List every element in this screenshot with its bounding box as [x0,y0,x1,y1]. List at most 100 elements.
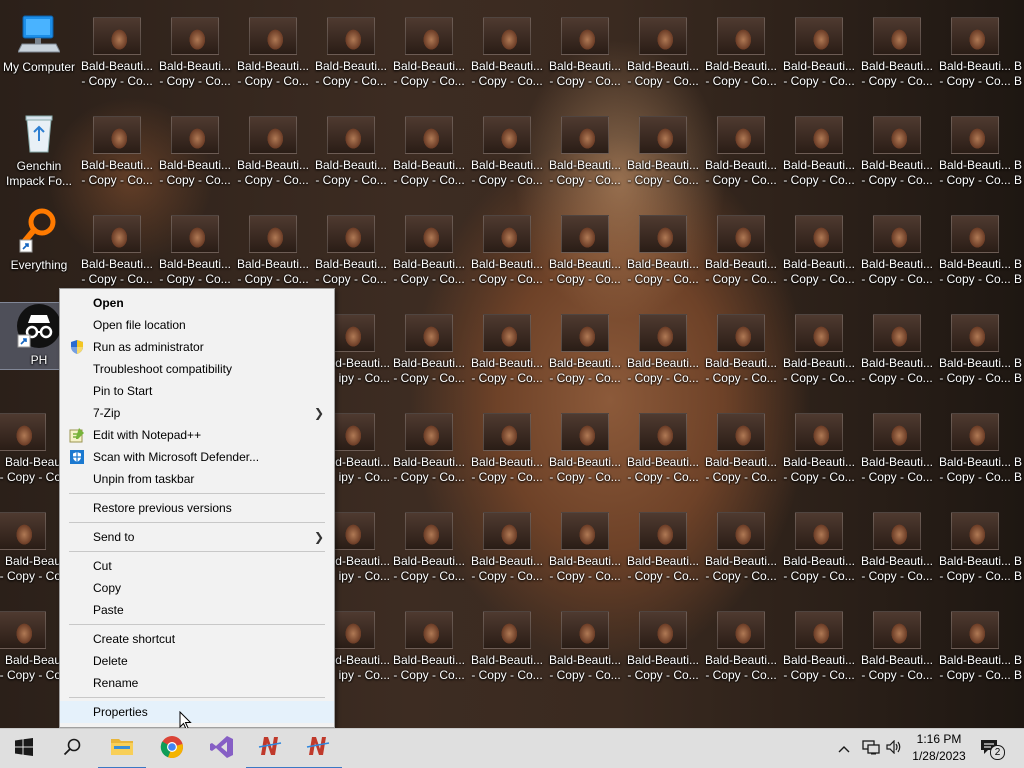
desktop-icon-file[interactable]: Bald-Beauti... - Copy - Co... [702,0,780,99]
network-button[interactable] [862,729,882,768]
desktop-icon-file[interactable]: Bald-Beauti... - Copy - Co... [468,495,546,594]
desktop-icon-file[interactable]: Bald-Beauti... - Copy - Co... [936,594,1014,693]
menu-item-create-shortcut[interactable]: Create shortcut [60,628,334,650]
desktop-icon-file[interactable]: Bald-Beauti... - Copy - Co... [702,594,780,693]
desktop-icon-file[interactable]: Bald-Beauti... - Copy - Co... [858,297,936,396]
desktop-icon-file[interactable]: Bald-Beauti... - Copy - Co... [702,396,780,495]
action-center-button[interactable]: 2 [980,729,1006,768]
desktop-icon-file[interactable]: Bald-Beauti... - Copy - Co... [468,198,546,297]
menu-item-scan-with-defender[interactable]: Scan with Microsoft Defender... [60,446,334,468]
menu-item-open-file-location[interactable]: Open file location [60,314,334,336]
menu-item-copy[interactable]: Copy [60,577,334,599]
desktop-icon-file[interactable]: Bald-Beauti... - Copy - Co... [234,0,312,99]
desktop-icon-file[interactable]: Bald-Beauti... - Copy - Co... [390,297,468,396]
desktop-icon-file[interactable]: Bald-Beauti... - Copy - Co... [312,0,390,99]
desktop-icon-everything[interactable]: Everything [0,198,78,297]
desktop-icon-file[interactable]: Bald-Beauti... - Copy - Co... [936,495,1014,594]
desktop-icon-file[interactable]: Bald-Beauti... - Copy - Co... [546,396,624,495]
desktop-icon-file[interactable]: Bald-Beauti... - Copy - Co... [546,0,624,99]
desktop-icon-file[interactable]: Bald-Beauti... - Copy - Co... [156,99,234,198]
desktop-icon-file[interactable]: Bald-Beau - Copy - Co [0,594,61,693]
taskbar-visual-studio[interactable] [198,729,246,768]
desktop-icon-file[interactable]: Bald-Beauti... - Copy - Co... [546,297,624,396]
desktop-icon-file[interactable]: Bald-Beauti... - Copy - Co... [78,99,156,198]
menu-item-properties[interactable]: Properties [60,701,334,723]
desktop-icon-file[interactable]: Bald-Beauti... - Copy - Co... [936,297,1014,396]
desktop-icon-file[interactable]: Bald-Beauti... - Copy - Co... [468,594,546,693]
menu-item-unpin-from-taskbar[interactable]: Unpin from taskbar [60,468,334,490]
volume-button[interactable] [886,729,906,768]
desktop-icon-file[interactable]: Bald-Beauti... - Copy - Co... [624,297,702,396]
menu-item-restore-previous-versions[interactable]: Restore previous versions [60,497,334,519]
search-button[interactable] [48,729,96,768]
taskbar-chrome[interactable] [148,729,196,768]
desktop-icon-file[interactable]: Bald-Beauti... - Copy - Co... [312,99,390,198]
menu-item-rename[interactable]: Rename [60,672,334,694]
desktop-icon-file[interactable]: Bald-Beauti... - Copy - Co... [624,495,702,594]
menu-item-pin-to-start[interactable]: Pin to Start [60,380,334,402]
desktop-icon-file[interactable]: Bald-Beauti... - Copy - Co... [390,0,468,99]
desktop-icon-file[interactable]: Bald-Beauti... - Copy - Co... [390,495,468,594]
desktop-icon-file[interactable]: Bald-Beauti... - Copy - Co... [936,396,1014,495]
desktop-icon-file[interactable]: Bald-Beauti... - Copy - Co... [624,198,702,297]
desktop-icon-file[interactable]: Bald-Beauti... - Copy - Co... [546,594,624,693]
desktop-icon-file[interactable]: Bald-Beauti... - Copy - Co... [936,0,1014,99]
desktop-icon-my-computer[interactable]: My Computer [0,0,78,99]
desktop-icon-file[interactable]: BB [1014,297,1024,396]
menu-item-delete[interactable]: Delete [60,650,334,672]
desktop-icon-file[interactable]: Bald-Beauti... - Copy - Co... [78,0,156,99]
desktop-icon-file[interactable]: Bald-Beauti... - Copy - Co... [780,99,858,198]
desktop-icon-file[interactable]: Bald-Beau - Copy - Co [0,495,61,594]
menu-item-troubleshoot-compatibility[interactable]: Troubleshoot compatibility [60,358,334,380]
desktop-icon-file[interactable]: Bald-Beauti... - Copy - Co... [156,0,234,99]
desktop-icon-file[interactable]: Bald-Beauti... - Copy - Co... [858,198,936,297]
desktop-icon-file[interactable]: Bald-Beauti... - Copy - Co... [234,99,312,198]
desktop-icon-file[interactable]: Bald-Beauti... - Copy - Co... [624,396,702,495]
desktop-icon-file[interactable]: BB [1014,495,1024,594]
desktop-icon-file[interactable]: Bald-Beauti... - Copy - Co... [78,198,156,297]
desktop-icon-file[interactable]: Bald-Beauti... - Copy - Co... [936,99,1014,198]
show-hidden-icons-button[interactable] [838,729,856,768]
desktop-icon-recycle-bin[interactable]: Genchin Impack Fo... [0,99,78,198]
desktop-icon-file[interactable]: Bald-Beauti... - Copy - Co... [858,0,936,99]
menu-item-paste[interactable]: Paste [60,599,334,621]
menu-item-open[interactable]: Open [60,292,334,314]
menu-item-send-to[interactable]: Send to ❯ [60,526,334,548]
desktop-icon-file[interactable]: BB [1014,0,1024,99]
desktop-icon-file[interactable]: BB [1014,594,1024,693]
desktop-icon-file[interactable]: BB [1014,198,1024,297]
desktop-icon-file[interactable]: Bald-Beauti... - Copy - Co... [468,99,546,198]
desktop-icon-file[interactable]: Bald-Beauti... - Copy - Co... [858,594,936,693]
desktop-icon-file[interactable]: Bald-Beauti... - Copy - Co... [780,594,858,693]
desktop-icon-file[interactable]: Bald-Beauti... - Copy - Co... [780,297,858,396]
desktop-icon-file[interactable]: Bald-Beauti... - Copy - Co... [702,99,780,198]
menu-item-7zip[interactable]: 7-Zip ❯ [60,402,334,424]
desktop-icon-file[interactable]: Bald-Beauti... - Copy - Co... [234,198,312,297]
desktop-icon-file[interactable]: Bald-Beauti... - Copy - Co... [624,0,702,99]
desktop-icon-file[interactable]: Bald-Beauti... - Copy - Co... [702,198,780,297]
menu-item-run-as-administrator[interactable]: Run as administrator [60,336,334,358]
taskbar-ndm[interactable] [246,729,294,768]
taskbar-file-explorer[interactable] [98,729,146,768]
desktop-icon-file[interactable]: Bald-Beau - Copy - Co [0,396,61,495]
desktop-icon-file[interactable]: Bald-Beauti... - Copy - Co... [390,99,468,198]
desktop-icon-file[interactable]: Bald-Beauti... - Copy - Co... [780,0,858,99]
desktop-icon-file[interactable]: Bald-Beauti... - Copy - Co... [858,495,936,594]
desktop-icon-file[interactable]: Bald-Beauti... - Copy - Co... [468,297,546,396]
taskbar-ndm[interactable] [294,729,342,768]
menu-item-cut[interactable]: Cut [60,555,334,577]
desktop-icon-file[interactable]: Bald-Beauti... - Copy - Co... [702,297,780,396]
desktop-icon-file[interactable]: Bald-Beauti... - Copy - Co... [780,396,858,495]
desktop-icon-file[interactable]: Bald-Beauti... - Copy - Co... [780,198,858,297]
desktop-icon-file[interactable]: Bald-Beauti... - Copy - Co... [390,594,468,693]
menu-item-edit-with-notepadpp[interactable]: Edit with Notepad++ [60,424,334,446]
start-button[interactable] [0,729,48,768]
desktop-icon-file[interactable]: Bald-Beauti... - Copy - Co... [468,0,546,99]
desktop-icon-file[interactable]: BB [1014,99,1024,198]
desktop-icon-file[interactable]: Bald-Beauti... - Copy - Co... [390,198,468,297]
desktop-icon-file[interactable]: Bald-Beauti... - Copy - Co... [546,198,624,297]
desktop-icon-file[interactable]: Bald-Beauti... - Copy - Co... [156,198,234,297]
desktop-icon-file[interactable]: Bald-Beauti... - Copy - Co... [546,99,624,198]
desktop-icon-file[interactable]: Bald-Beauti... - Copy - Co... [312,198,390,297]
taskbar-clock[interactable]: 1:16 PM 1/28/2023 [908,731,970,765]
